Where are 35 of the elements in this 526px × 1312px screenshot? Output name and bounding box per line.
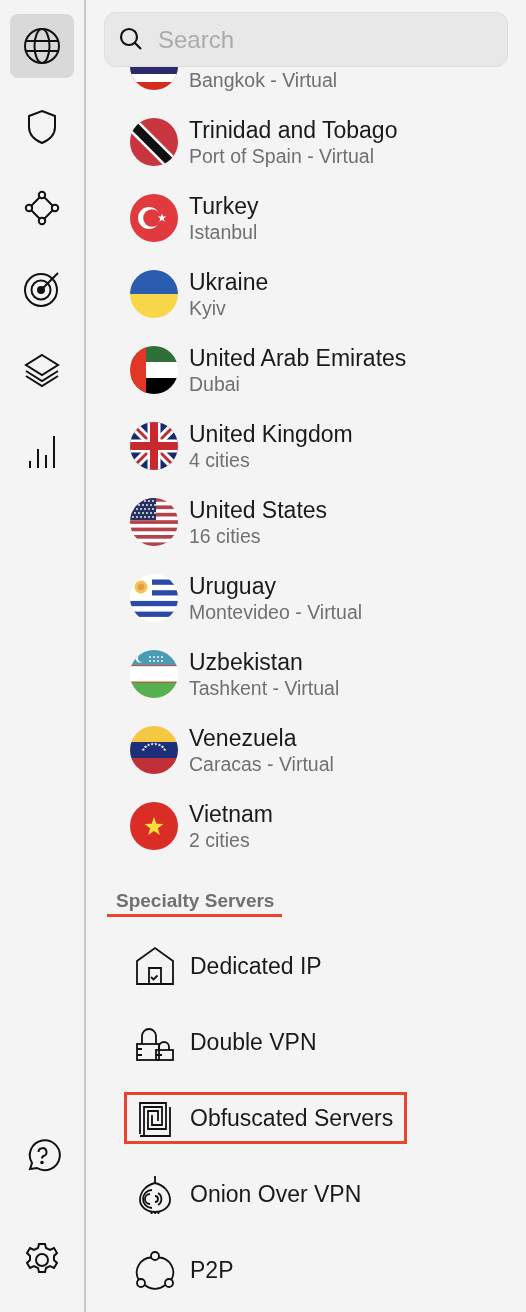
server-category-item[interactable]: P2P [124,1244,248,1296]
country-item[interactable]: Ukraine Kyiv [86,256,526,332]
search-icon [118,26,144,52]
tricolor-flag-icon [130,346,178,394]
nodes-icon [135,1250,175,1290]
house-icon [135,946,175,986]
server-category-item[interactable]: Double VPN [124,1016,331,1068]
country-item[interactable]: Uzbekistan Tashkent - Virtual [86,636,526,712]
star-flag-icon [130,802,178,850]
server-category-item[interactable]: Obfuscated Servers [124,1092,408,1144]
diagonal-band-flag-icon [130,118,178,166]
country-item[interactable]: Vietnam 2 cities [86,788,526,864]
union-flag-icon [130,422,178,470]
two-band-flag-icon [130,270,178,318]
nav-tab[interactable] [10,14,74,78]
country-item[interactable]: United States 16 cities [86,484,526,560]
crescent-flag-icon [130,194,178,242]
crescent-flag-icon [130,650,178,698]
nodes-icon [22,188,62,228]
country-item[interactable]: Uruguay Montevideo - Virtual [86,560,526,636]
stars-arc-flag-icon [130,726,178,774]
country-item[interactable]: Trinidad and Tobago Port of Spain - Virtual [86,104,526,180]
country-item[interactable]: Bangkok - Virtual [86,67,526,104]
country-item[interactable]: Turkey Istanbul [86,180,526,256]
target-icon [22,269,62,309]
section-heading: Specialty Servers [107,890,283,917]
stars-stripes-flag-icon [130,498,178,546]
server-category-item[interactable]: Onion Over VPN [124,1168,376,1220]
country-item[interactable]: United Kingdom 4 cities [86,408,526,484]
globe-icon [22,26,62,66]
sun-flag-icon [130,574,178,622]
country-item[interactable]: United Arab Emirates Dubai [86,332,526,408]
server-category-item[interactable]: Dedicated IP [124,940,336,992]
country-item[interactable]: Venezuela Caracas - Virtual [86,712,526,788]
search-field[interactable]: Search [104,12,508,67]
